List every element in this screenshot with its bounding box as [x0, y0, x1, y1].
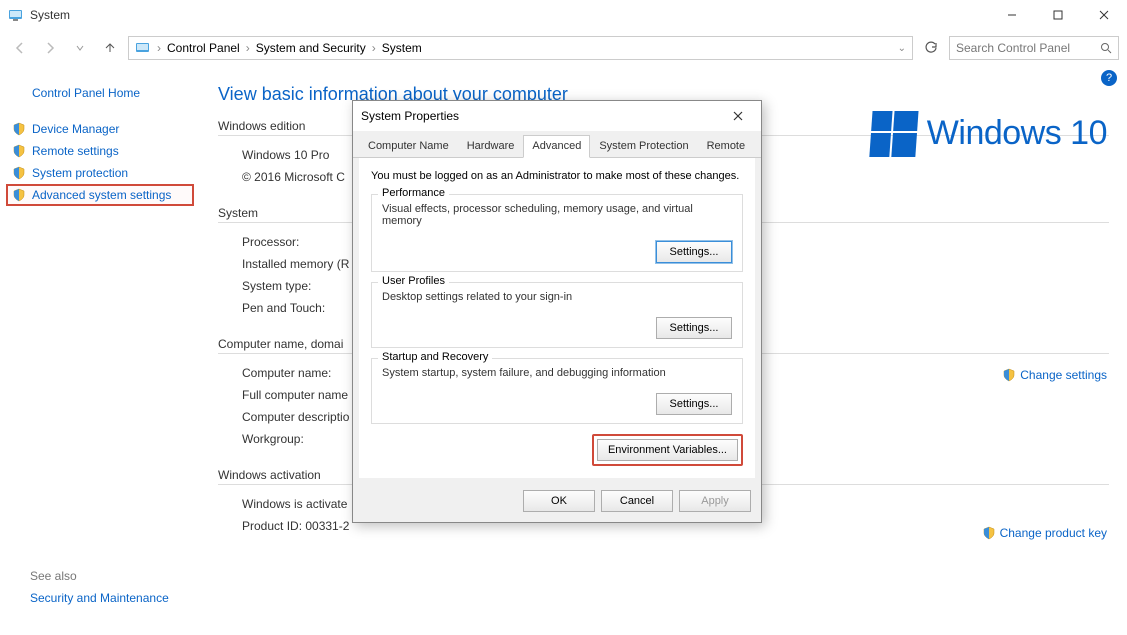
tab-computer-name[interactable]: Computer Name: [359, 135, 458, 157]
sidebar-item-remote-settings[interactable]: Remote settings: [10, 140, 190, 162]
window-title: System: [30, 8, 989, 22]
tab-system-protection[interactable]: System Protection: [590, 135, 697, 157]
shield-icon: [12, 122, 26, 136]
startup-recovery-text: System startup, system failure, and debu…: [382, 367, 732, 379]
search-input[interactable]: Search Control Panel: [949, 36, 1119, 60]
system-icon: [8, 7, 24, 23]
forward-button[interactable]: [38, 36, 62, 60]
shield-icon: [1002, 368, 1016, 382]
startup-recovery-label: Startup and Recovery: [378, 351, 492, 363]
apply-button[interactable]: Apply: [679, 490, 751, 512]
windows-logo: Windows 10: [871, 111, 1107, 155]
startup-recovery-group: Startup and Recovery System startup, sys…: [371, 358, 743, 424]
maximize-button[interactable]: [1035, 0, 1081, 30]
ok-button[interactable]: OK: [523, 490, 595, 512]
breadcrumb-cp[interactable]: Control Panel: [167, 41, 240, 55]
sidebar-item-device-manager[interactable]: Device Manager: [10, 118, 190, 140]
shield-icon: [12, 144, 26, 158]
up-button[interactable]: [98, 36, 122, 60]
close-button[interactable]: [1081, 0, 1127, 30]
address-dropdown-icon[interactable]: ⌄: [898, 43, 906, 54]
sidebar-item-advanced-system-settings[interactable]: Advanced system settings: [6, 184, 194, 206]
dialog-tabs: Computer Name Hardware Advanced System P…: [353, 131, 761, 158]
security-maintenance-link[interactable]: Security and Maintenance: [30, 591, 169, 605]
breadcrumb-ss[interactable]: System and Security: [256, 41, 366, 55]
admin-note: You must be logged on as an Administrato…: [371, 170, 743, 182]
address-bar[interactable]: › Control Panel › System and Security › …: [128, 36, 913, 60]
search-icon: [1100, 42, 1112, 54]
sidebar: Control Panel Home Device Manager Remote…: [0, 66, 200, 635]
nav-row: › Control Panel › System and Security › …: [0, 30, 1127, 66]
performance-text: Visual effects, processor scheduling, me…: [382, 203, 732, 227]
user-profiles-settings-button[interactable]: Settings...: [656, 317, 732, 339]
breadcrumb-sys[interactable]: System: [382, 41, 422, 55]
performance-settings-button[interactable]: Settings...: [656, 241, 732, 263]
cancel-button[interactable]: Cancel: [601, 490, 673, 512]
sidebar-item-label: System protection: [32, 166, 128, 180]
change-product-key-link[interactable]: Change product key: [982, 526, 1107, 540]
see-also-label: See also: [30, 569, 169, 583]
user-profiles-group: User Profiles Desktop settings related t…: [371, 282, 743, 348]
windows-logo-text: Windows 10: [927, 114, 1107, 153]
sidebar-item-label: Device Manager: [32, 122, 119, 136]
environment-variables-button[interactable]: Environment Variables...: [597, 439, 738, 461]
user-profiles-label: User Profiles: [378, 275, 449, 287]
dialog-close-button[interactable]: [723, 104, 753, 128]
tab-hardware[interactable]: Hardware: [458, 135, 524, 157]
control-panel-home-link[interactable]: Control Panel Home: [32, 86, 190, 100]
performance-group: Performance Visual effects, processor sc…: [371, 194, 743, 272]
tab-remote[interactable]: Remote: [698, 135, 755, 157]
startup-recovery-settings-button[interactable]: Settings...: [656, 393, 732, 415]
dialog-title: System Properties: [361, 109, 723, 123]
shield-icon: [12, 188, 26, 202]
system-properties-dialog: System Properties Computer Name Hardware…: [352, 100, 762, 523]
change-settings-link[interactable]: Change settings: [1002, 368, 1107, 382]
minimize-button[interactable]: [989, 0, 1035, 30]
window-titlebar: System: [0, 0, 1127, 30]
refresh-button[interactable]: [919, 36, 943, 60]
system-icon: [135, 40, 151, 56]
user-profiles-text: Desktop settings related to your sign-in: [382, 291, 732, 303]
sidebar-item-label: Remote settings: [32, 144, 119, 158]
windows-logo-icon: [869, 111, 916, 155]
search-placeholder: Search Control Panel: [956, 41, 1100, 55]
sidebar-item-label: Advanced system settings: [32, 188, 171, 202]
back-button[interactable]: [8, 36, 32, 60]
performance-label: Performance: [378, 187, 449, 199]
sidebar-item-system-protection[interactable]: System protection: [10, 162, 190, 184]
shield-icon: [982, 526, 996, 540]
env-vars-highlight: Environment Variables...: [592, 434, 743, 466]
tab-advanced[interactable]: Advanced: [523, 135, 590, 158]
shield-icon: [12, 166, 26, 180]
recent-dropdown[interactable]: [68, 36, 92, 60]
dialog-titlebar: System Properties: [353, 101, 761, 131]
